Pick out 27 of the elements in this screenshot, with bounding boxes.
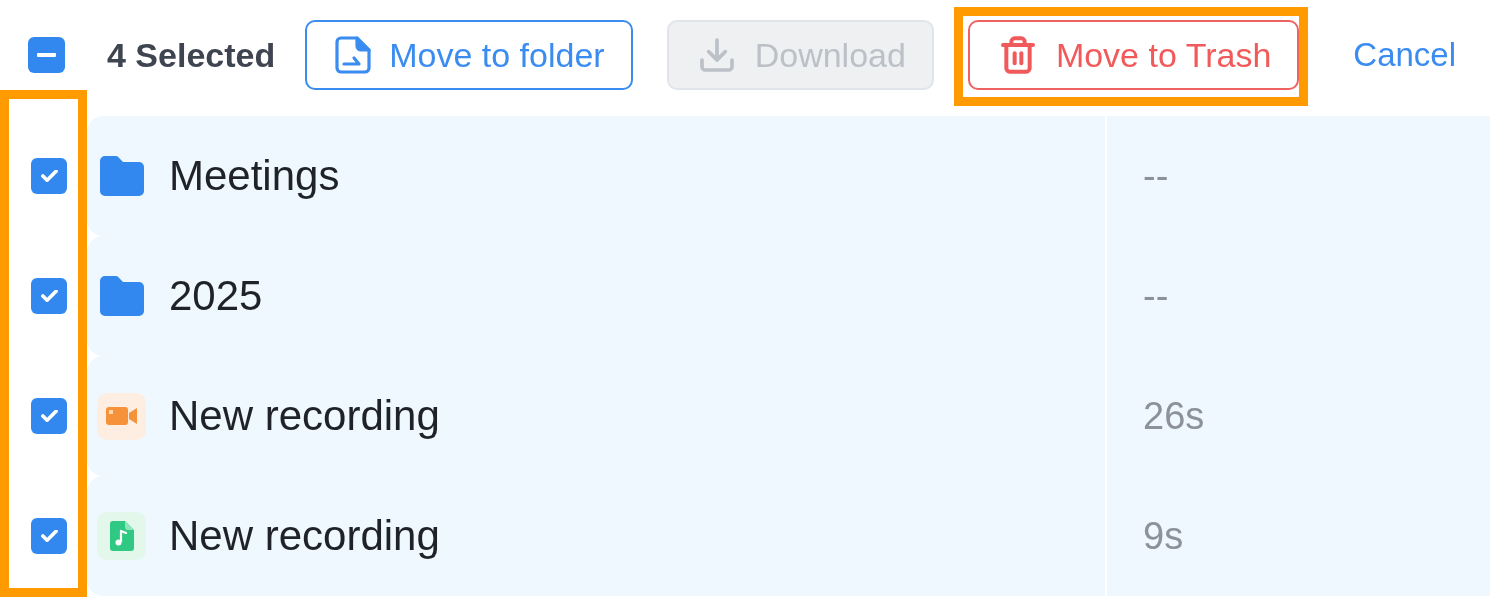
row-checkbox[interactable] bbox=[31, 518, 67, 554]
duration-text: -- bbox=[1143, 157, 1169, 195]
row-checkbox[interactable] bbox=[31, 278, 67, 314]
file-name: 2025 bbox=[169, 275, 263, 317]
select-all-checkbox[interactable] bbox=[28, 37, 65, 73]
duration-text: 9s bbox=[1143, 517, 1184, 555]
folder-icon bbox=[99, 276, 144, 316]
file-row[interactable]: New recording 26s bbox=[87, 356, 1490, 476]
duration-text: -- bbox=[1143, 277, 1169, 315]
row-checkbox[interactable] bbox=[31, 398, 67, 434]
file-name: New recording bbox=[169, 515, 440, 557]
file-row[interactable]: New recording 9s bbox=[87, 476, 1490, 596]
file-row[interactable]: Meetings -- bbox=[87, 116, 1490, 236]
file-name: Meetings bbox=[169, 155, 340, 197]
duration-text: 26s bbox=[1143, 397, 1205, 435]
checkmark-icon bbox=[40, 410, 58, 422]
row-checkbox[interactable] bbox=[31, 158, 67, 194]
file-name: New recording bbox=[169, 395, 440, 437]
video-camera-icon bbox=[97, 392, 146, 440]
file-row[interactable]: 2025 -- bbox=[87, 236, 1490, 356]
checkmark-icon bbox=[40, 170, 58, 182]
selected-count: 4 Selected bbox=[107, 38, 276, 72]
checkmark-icon bbox=[40, 530, 58, 542]
folder-icon bbox=[99, 156, 144, 196]
file-arrow-icon bbox=[335, 36, 372, 74]
checkmark-icon bbox=[40, 290, 58, 302]
music-file-icon bbox=[97, 512, 146, 560]
